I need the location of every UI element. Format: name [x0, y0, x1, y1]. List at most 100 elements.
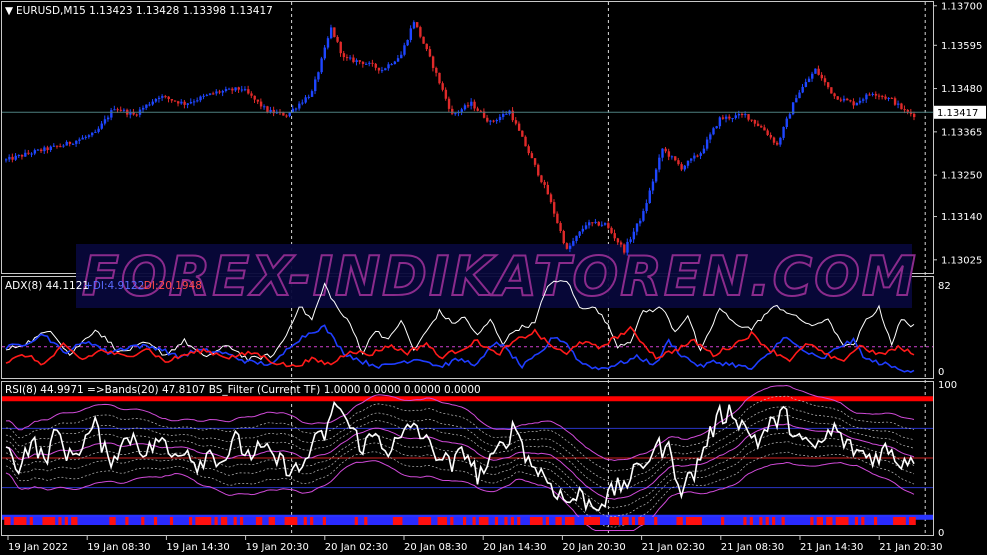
bs-filter-bar [485, 517, 489, 525]
candle-body [329, 27, 333, 39]
time-tick-label: 21 Jan 14:30 [800, 542, 863, 553]
bs-filter-bar [781, 517, 786, 525]
candle-body [674, 156, 677, 161]
candle-body [495, 120, 499, 122]
bs-filter-bar [220, 517, 225, 525]
bs-filter-bar [48, 517, 53, 525]
bs-filter-bar [208, 517, 212, 525]
candle-body [556, 213, 559, 224]
candle-body [212, 93, 215, 95]
bs-filter-bar [259, 517, 263, 525]
rsi-pane-title: RSI(8) 44.9971 =>Bands(20) 47.8107 BS_Fi… [5, 384, 481, 396]
candle-body [409, 28, 413, 40]
candle-body [40, 149, 43, 152]
candle-body [218, 91, 221, 93]
candle-body [594, 221, 597, 223]
bs-filter-bar [112, 517, 117, 525]
candle-body [855, 102, 859, 106]
bs-filter-bar [338, 517, 343, 525]
candle-body [460, 109, 463, 112]
bs-filter-bar [660, 517, 665, 525]
candle-body [769, 134, 773, 138]
bs-filter-bar [727, 517, 732, 525]
x-axis-ticks: 19 Jan 2022 19 Jan 08:30 19 Jan 14:30 19 Ja… [7, 536, 943, 553]
price-tick-label: 1.13140 [941, 212, 982, 223]
bs-filter-bar [721, 517, 725, 525]
candle-body [106, 117, 110, 120]
candle-body [454, 113, 457, 115]
candle-body [342, 53, 346, 58]
candle-body [91, 132, 94, 136]
candle-body [186, 103, 189, 105]
bs-filter-bar [886, 517, 891, 525]
candle-body [661, 148, 664, 158]
candle-body [728, 116, 731, 119]
bs-filter-bar [905, 517, 910, 525]
bs-filter-bar [676, 517, 681, 525]
bs-filter-bar [851, 517, 856, 525]
candle-body [387, 64, 390, 69]
candle-body [766, 130, 769, 135]
bs-filter-bar [472, 517, 477, 525]
bs-filter-bar [488, 517, 493, 525]
candle-body [731, 118, 734, 120]
candle-body [670, 156, 674, 158]
candle-body [215, 91, 218, 94]
bs-filter-bar [373, 517, 378, 525]
candle-body [817, 68, 820, 75]
bs-filter-bar [402, 517, 407, 525]
bs-filter-bar [380, 517, 384, 525]
candle-body [451, 108, 454, 114]
candle-body [782, 126, 785, 138]
bs-filter-bar [466, 517, 470, 525]
candle-body [68, 141, 72, 144]
bs-filter-bar [819, 517, 824, 525]
bs-filter-bars [4, 517, 916, 525]
candle-body [463, 105, 467, 110]
candle-body [157, 97, 161, 100]
bs-filter-bar [214, 517, 219, 525]
price-tick-label: 1.13480 [941, 84, 982, 95]
candle-body [447, 98, 451, 109]
time-tick-label: 21 Jan 08:30 [721, 542, 784, 553]
candle-body [183, 101, 186, 105]
bs-filter-bar [580, 517, 585, 525]
candle-body [326, 38, 330, 48]
candle-body [798, 92, 801, 99]
bs-filter-bar [603, 517, 607, 525]
bs-filter-bar [552, 517, 556, 525]
bs-filter-bar [714, 517, 719, 525]
bs-filter-bar [803, 517, 808, 525]
bs-filter-bar [909, 517, 913, 525]
bs-filter-bar [542, 517, 547, 525]
candle-body [291, 108, 295, 113]
bs-filter-bar [7, 517, 11, 525]
candle-body [336, 36, 339, 42]
bs-filter-bar [249, 517, 254, 525]
bs-filter-bar [173, 517, 177, 525]
bs-filter-bar [526, 517, 531, 525]
candle-body [97, 128, 100, 132]
candle-body [390, 64, 393, 66]
candle-body [893, 98, 897, 105]
bs-filter-bar [67, 517, 72, 525]
bs-filter-bar [635, 517, 639, 525]
candle-body [642, 211, 645, 221]
y-axis-ticks: 1.13700 1.13595 1.13480 1.13365 1.13250 1.131… [933, 1, 982, 539]
candle-body [240, 89, 244, 91]
candle-body [737, 113, 741, 116]
bs-filter-bar [201, 517, 206, 525]
candle-body [610, 227, 613, 234]
bs-filter-bar [265, 517, 270, 525]
candle-body [486, 117, 489, 122]
bs-filter-bar [823, 517, 827, 525]
candle-body [597, 221, 600, 226]
bs-filter-bar [303, 517, 308, 525]
bs-filter-bar [609, 517, 614, 525]
bs-filter-bar [456, 517, 461, 525]
candle-body [877, 95, 881, 97]
bs-filter-bar [498, 517, 502, 525]
bs-filter-bar [510, 517, 515, 525]
bs-filter-bar [816, 517, 821, 525]
candle-body [788, 114, 792, 119]
